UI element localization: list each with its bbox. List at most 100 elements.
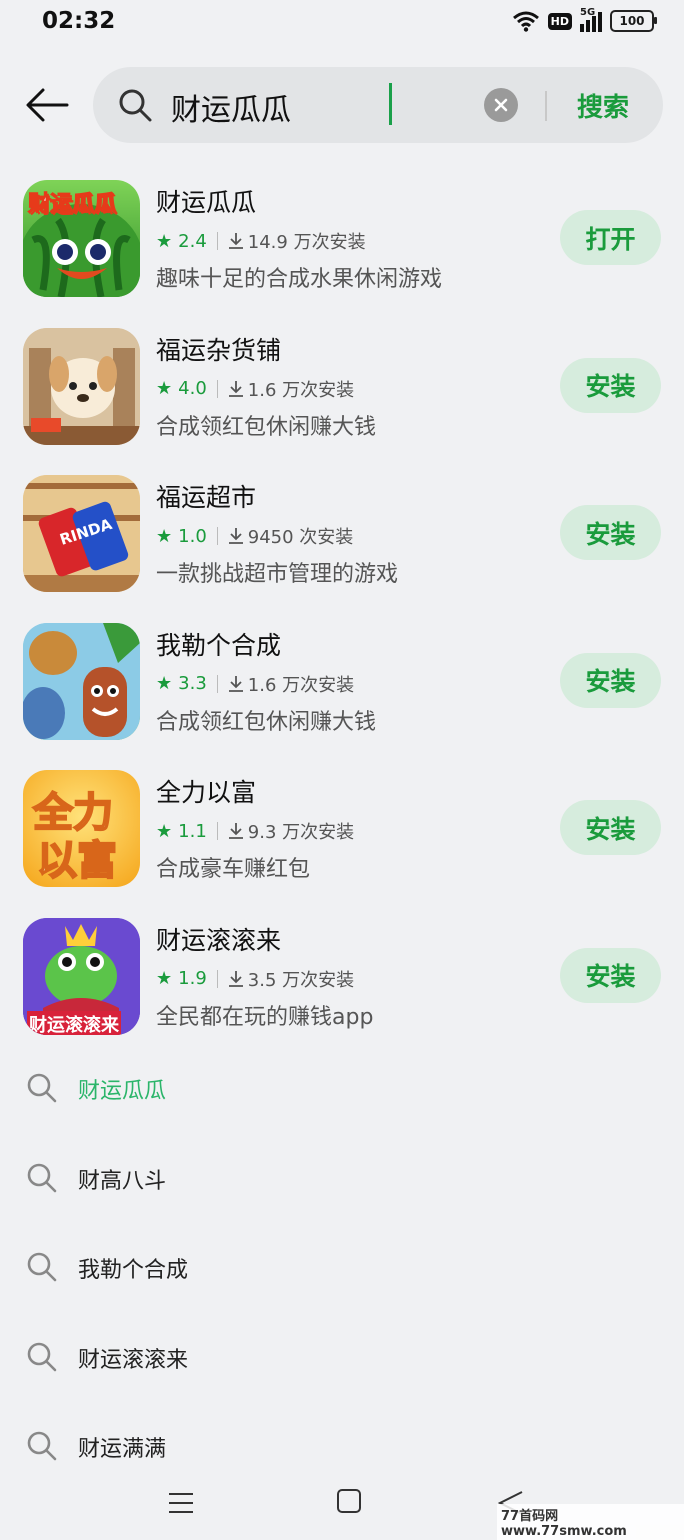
hd-badge: HD [547, 12, 572, 30]
app-result-list: 财运瓜瓜 财运瓜瓜 ★ 2.4 14.9 万次安装 趣味十足的合成水果休闲游戏 … [0, 168, 684, 1053]
suggestion-item[interactable]: 财高八斗 [0, 1133, 684, 1223]
meta-divider [216, 674, 218, 693]
close-icon [494, 98, 508, 112]
download-icon [228, 528, 243, 544]
cartoon-characters-icon [23, 622, 140, 740]
meta-divider [216, 379, 218, 398]
app-installs: 9450 次安装 [247, 527, 354, 548]
watermark: 77首码网 www.77smw.com [497, 1504, 684, 1540]
install-button[interactable]: 安装 [560, 652, 661, 708]
clear-search-button[interactable] [484, 88, 518, 122]
app-rating: 1.9 [178, 968, 207, 989]
app-rating: 1.0 [178, 525, 207, 547]
app-rating: 1.1 [178, 820, 207, 842]
back-arrow-icon [26, 88, 69, 122]
app-description: 趣味十足的合成水果休闲游戏 [156, 267, 443, 292]
meta-divider [216, 969, 218, 988]
meta-divider [216, 527, 218, 545]
home-icon[interactable] [337, 1489, 361, 1513]
suggestion-text: 财高八斗 [78, 1168, 167, 1194]
app-item[interactable]: 财运瓜瓜 财运瓜瓜 ★ 2.4 14.9 万次安装 趣味十足的合成水果休闲游戏 … [0, 168, 684, 316]
app-installs: 1.6 万次安装 [247, 379, 355, 401]
search-icon [27, 1073, 57, 1103]
app-icon-supermarket: RINDA [23, 475, 140, 592]
app-description: 合成豪车赚红包 [156, 857, 311, 882]
suggestion-text: 财运滚滚来 [78, 1347, 189, 1373]
install-button[interactable]: 安装 [560, 505, 661, 560]
star-icon: ★ [156, 525, 173, 547]
app-name: 我勒个合成 [156, 630, 282, 660]
suggestion-text: 财运瓜瓜 [78, 1079, 167, 1104]
app-item[interactable]: 福运杂货铺 ★ 4.0 1.6 万次安装 合成领红包休闲赚大钱 安装 [0, 316, 684, 464]
search-input[interactable]: 财运瓜瓜 [171, 85, 471, 129]
search-icon [119, 89, 152, 122]
search-icon [27, 1252, 57, 1282]
menu-icon[interactable] [168, 1491, 194, 1515]
star-icon: ★ [156, 378, 173, 399]
app-meta: ★ 4.0 1.6 万次安装 [156, 376, 354, 402]
search-suggestions: 财运瓜瓜 财高八斗 我勒个合成 财运滚滚来 财运满满 [0, 1043, 684, 1491]
download-icon [228, 970, 243, 987]
suggestion-item[interactable]: 财运滚滚来 [0, 1312, 684, 1402]
search-icon [27, 1163, 57, 1192]
search-icon [27, 1342, 57, 1371]
app-description: 一款挑战超市管理的游戏 [156, 562, 399, 587]
download-icon [228, 823, 243, 839]
app-meta: ★ 3.3 1.6 万次安装 [156, 671, 354, 697]
install-button[interactable]: 安装 [560, 800, 661, 855]
open-button[interactable]: 打开 [560, 210, 661, 265]
app-icon-crocodile: 财运滚滚来 [23, 917, 140, 1035]
download-icon [228, 380, 243, 397]
app-icon-merge [23, 622, 140, 740]
search-divider [545, 91, 547, 121]
app-rating: 2.4 [178, 230, 207, 252]
download-icon [228, 233, 243, 249]
star-icon: ★ [156, 820, 173, 842]
install-button[interactable]: 安装 [560, 357, 661, 413]
star-icon: ★ [156, 968, 173, 989]
status-icons: HD 5G 100 [512, 7, 657, 32]
app-installs: 1.6 万次安装 [247, 674, 355, 696]
meta-divider [216, 822, 218, 840]
battery-level: 100 [619, 14, 645, 28]
app-name: 财运瓜瓜 [156, 188, 257, 217]
app-rating: 3.3 [178, 673, 207, 694]
app-item[interactable]: RINDA 福运超市 ★ 1.0 9450 次安装 一款挑战超市管理的游戏 安装 [0, 463, 684, 611]
app-name: 全力以富 [156, 778, 257, 807]
suggestion-text: 我勒个合成 [78, 1258, 189, 1283]
app-name: 财运滚滚来 [156, 925, 282, 955]
app-description: 全民都在玩的赚钱app [156, 1004, 374, 1030]
suggestion-item[interactable]: 财运瓜瓜 [0, 1043, 684, 1133]
battery-icon: 100 [610, 10, 657, 32]
signal-icon: 5G [580, 7, 602, 32]
app-installs: 14.9 万次安装 [247, 232, 366, 253]
search-icon [27, 1431, 57, 1461]
app-icon-grocery [23, 327, 140, 445]
app-icon-watermelon: 财运瓜瓜 [23, 180, 140, 297]
app-item[interactable]: 我勒个合成 ★ 3.3 1.6 万次安装 合成领红包休闲赚大钱 安装 [0, 611, 684, 759]
app-icon-title: 财运瓜瓜 [27, 192, 117, 218]
network-label: 5G [580, 7, 596, 18]
search-button[interactable]: 搜索 [577, 87, 629, 124]
system-nav-bar: 77首码网 www.77smw.com [0, 1478, 684, 1540]
app-item[interactable]: 财运滚滚来 财运滚滚来 ★ 1.9 3.5 万次安装 全民都在玩的赚钱app 安… [0, 906, 684, 1054]
download-icon [228, 675, 243, 692]
app-rating: 4.0 [178, 378, 207, 399]
app-item[interactable]: 全力 以富 全力以富 ★ 1.1 9.3 万次安装 合成豪车赚红包 安装 [0, 758, 684, 906]
search-bar: 财运瓜瓜 搜索 [93, 67, 663, 143]
status-bar: 02:32 HD 5G 100 [0, 0, 684, 48]
app-name: 福运超市 [156, 483, 257, 512]
app-installs: 9.3 万次安装 [247, 822, 355, 843]
status-time: 02:32 [42, 8, 116, 34]
app-icon-title: 财运滚滚来 [27, 1010, 121, 1035]
app-name: 福运杂货铺 [156, 335, 282, 365]
install-button[interactable]: 安装 [560, 947, 661, 1003]
app-meta: ★ 1.0 9450 次安装 [156, 523, 353, 549]
app-installs: 3.5 万次安装 [247, 969, 355, 991]
star-icon: ★ [156, 673, 173, 694]
app-icon-quanli: 全力 以富 [23, 770, 140, 887]
suggestion-item[interactable]: 我勒个合成 [0, 1222, 684, 1312]
back-button[interactable] [22, 80, 72, 130]
suggestion-text: 财运满满 [78, 1437, 167, 1462]
dog-shopkeeper-icon [23, 327, 140, 445]
